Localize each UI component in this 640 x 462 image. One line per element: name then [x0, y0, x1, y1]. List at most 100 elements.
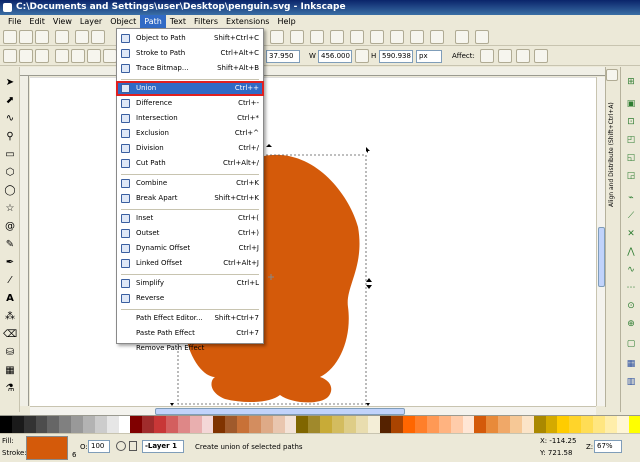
palette-swatch[interactable] — [35, 416, 48, 433]
ungroup-icon[interactable] — [370, 30, 384, 44]
palette-swatch[interactable] — [71, 416, 84, 433]
snap-intersections-icon[interactable]: ✕ — [624, 227, 638, 241]
palette-swatch[interactable] — [628, 416, 640, 433]
palette-swatch[interactable] — [154, 416, 167, 433]
scale-stroke-icon[interactable] — [480, 49, 494, 63]
vertical-scroll-thumb[interactable] — [598, 227, 605, 287]
palette-swatch[interactable] — [379, 416, 392, 433]
h-field[interactable]: 590.938 — [379, 50, 413, 63]
palette-swatch[interactable] — [545, 416, 558, 433]
snap-bbox-corners-icon[interactable]: ◰ — [624, 133, 638, 147]
menu-item-trace-bitmap[interactable]: Trace Bitmap... Shift+Alt+B — [117, 62, 263, 75]
menu-extensions[interactable]: Extensions — [222, 15, 273, 28]
palette-swatch[interactable] — [438, 416, 451, 433]
palette-swatch[interactable] — [83, 416, 95, 433]
gradient-tool-icon[interactable]: ▦ — [3, 363, 17, 377]
dock-close-icon[interactable] — [606, 69, 618, 81]
print-icon[interactable] — [55, 30, 69, 44]
menu-item-break-apart[interactable]: Break Apart Shift+Ctrl+K — [117, 192, 263, 205]
palette-swatch[interactable] — [237, 416, 250, 433]
snap-bbox-midpoints-icon[interactable]: ◱ — [624, 151, 638, 165]
palette-swatch[interactable] — [616, 416, 629, 433]
rectangle-tool-icon[interactable]: ▭ — [3, 147, 17, 161]
menu-item-linked-offset[interactable]: Linked Offset Ctrl+Alt+J — [117, 257, 263, 270]
palette-swatch[interactable] — [332, 416, 344, 433]
node-tool-icon[interactable]: ⬈ — [3, 93, 17, 107]
menu-item-cut-path[interactable]: Cut Path Ctrl+Alt+/ — [117, 157, 263, 170]
star-tool-icon[interactable]: ☆ — [3, 201, 17, 215]
palette-swatch[interactable] — [426, 416, 439, 433]
palette-swatch[interactable] — [142, 416, 155, 433]
snap-cusp-icon[interactable]: ⋀ — [624, 245, 638, 259]
document-properties-icon[interactable] — [475, 30, 489, 44]
duplicate-icon[interactable] — [290, 30, 304, 44]
open-icon[interactable] — [19, 30, 33, 44]
transform-gradients-icon[interactable] — [516, 49, 530, 63]
drawing-canvas[interactable] — [30, 77, 596, 406]
palette-swatch[interactable] — [581, 416, 593, 433]
snap-page-border-icon[interactable]: ▢ — [624, 337, 638, 351]
palette-swatch[interactable] — [118, 416, 131, 433]
lock-icon[interactable] — [355, 49, 369, 63]
menu-item-remove-path-effect[interactable]: Remove Path Effect — [117, 342, 263, 355]
snap-toggle-icon[interactable]: ⊞ — [624, 75, 638, 89]
palette-swatch[interactable] — [604, 416, 617, 433]
menu-object[interactable]: Object — [106, 15, 140, 28]
zoom-tool-icon[interactable]: ⚲ — [3, 129, 17, 143]
eraser-tool-icon[interactable]: ⌫ — [3, 327, 17, 341]
horizontal-scroll-thumb[interactable] — [155, 408, 405, 415]
deselect-icon[interactable] — [35, 49, 49, 63]
menu-item-division[interactable]: Division Ctrl+/ — [117, 142, 263, 155]
palette-swatch[interactable] — [403, 416, 416, 433]
selector-tool-icon[interactable]: ➤ — [3, 75, 17, 89]
menu-item-path-effect-editor[interactable]: Path Effect Editor... Shift+Ctrl+7 — [117, 312, 263, 325]
menu-item-stroke-to-path[interactable]: Stroke to Path Ctrl+Alt+C — [117, 47, 263, 60]
layer-select[interactable]: -Layer 1 — [142, 440, 184, 453]
palette-swatch[interactable] — [533, 416, 546, 433]
palette-swatch[interactable] — [592, 416, 605, 433]
palette-swatch[interactable] — [308, 416, 321, 433]
palette-swatch[interactable] — [391, 416, 404, 433]
3dbox-tool-icon[interactable]: ⬡ — [3, 165, 17, 179]
palette-swatch[interactable] — [557, 416, 570, 433]
unit-select[interactable]: px — [416, 50, 442, 63]
bucket-tool-icon[interactable]: ⛁ — [3, 345, 17, 359]
menu-item-inset[interactable]: Inset Ctrl+( — [117, 212, 263, 225]
palette-swatch[interactable] — [106, 416, 119, 433]
snap-grid-icon[interactable]: ▦ — [624, 357, 638, 371]
palette-swatch[interactable] — [94, 416, 107, 433]
vertical-scrollbar[interactable] — [596, 77, 605, 406]
palette-swatch[interactable] — [213, 416, 226, 433]
menu-item-reverse[interactable]: Reverse — [117, 292, 263, 305]
menu-item-dynamic-offset[interactable]: Dynamic Offset Ctrl+J — [117, 242, 263, 255]
palette-swatch[interactable] — [367, 416, 380, 433]
menu-item-union[interactable]: Union Ctrl++ — [116, 81, 264, 96]
snap-centers-icon[interactable]: ⊙ — [624, 299, 638, 313]
palette-swatch[interactable] — [23, 416, 36, 433]
calligraphy-tool-icon[interactable]: ⁄ — [3, 273, 17, 287]
menu-item-simplify[interactable]: Simplify Ctrl+L — [117, 277, 263, 290]
save-icon[interactable] — [35, 30, 49, 44]
layer-lock-icon[interactable] — [129, 441, 137, 451]
snap-guides-icon[interactable]: ▥ — [624, 375, 638, 389]
snap-bbox-centers-icon[interactable]: ◲ — [624, 169, 638, 183]
opacity-field[interactable]: 100 — [88, 440, 110, 453]
palette-swatch[interactable] — [521, 416, 534, 433]
snap-smooth-icon[interactable]: ∿ — [624, 263, 638, 277]
scale-corners-icon[interactable] — [498, 49, 512, 63]
horizontal-scrollbar[interactable] — [30, 406, 596, 415]
snap-midpoints-icon[interactable]: ⋯ — [624, 281, 638, 295]
palette-swatch[interactable] — [320, 416, 333, 433]
fill-stroke-icon[interactable] — [390, 30, 404, 44]
pen-tool-icon[interactable]: ✒ — [3, 255, 17, 269]
palette-swatch[interactable] — [569, 416, 582, 433]
zoom-field[interactable]: 67% — [594, 440, 622, 453]
zoom-icon[interactable] — [270, 30, 284, 44]
palette-swatch[interactable] — [498, 416, 510, 433]
align-distribute-tab[interactable]: Align and Distribute (Shift+Ctrl+A) — [608, 87, 618, 207]
menu-layer[interactable]: Layer — [76, 15, 106, 28]
snap-rotation-center-icon[interactable]: ⊕ — [624, 317, 638, 331]
select-all-layers-icon[interactable] — [19, 49, 33, 63]
palette-swatch[interactable] — [355, 416, 368, 433]
fill-swatch[interactable] — [26, 436, 68, 460]
